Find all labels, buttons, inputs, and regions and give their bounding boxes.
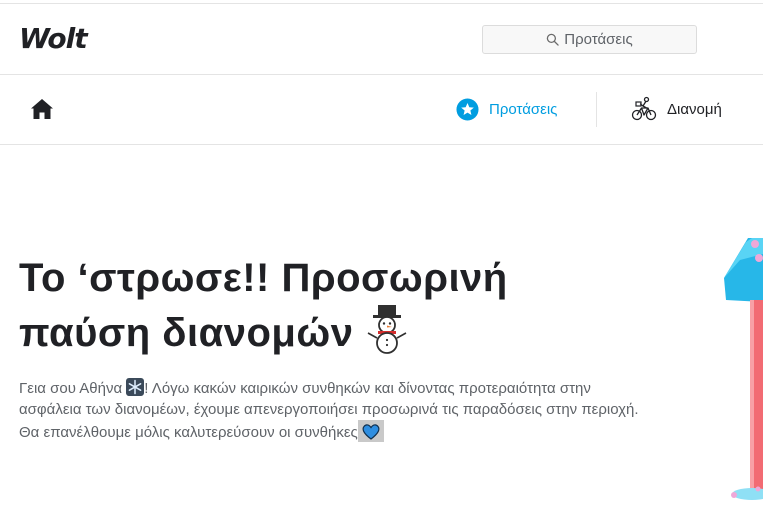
main-nav: Προτάσεις Διανομή (0, 75, 763, 145)
nav-divider (596, 92, 597, 127)
tab-delivery[interactable]: Διανομή (631, 95, 722, 123)
home-button[interactable] (28, 96, 56, 122)
tab-recommendations-label: Προτάσεις (489, 100, 558, 118)
bicycle-courier-icon (631, 96, 657, 121)
message-greeting: Γεια σου Αθήνα (19, 380, 123, 397)
home-icon (31, 99, 53, 119)
blue-heart-icon (357, 420, 384, 442)
snowflake-icon (126, 378, 145, 396)
tab-recommendations[interactable]: Προτάσεις (456, 95, 557, 123)
wolt-logo[interactable]: Wolt (19, 22, 88, 55)
hero-message: Γεια σου Αθήνα ! Λόγω κακών καιρικών συν… (19, 378, 639, 443)
page-title: Το ‘στρωσε!! Προσωρινή παύση διανομών (19, 252, 579, 359)
snowman-icon (367, 305, 407, 354)
title-line-1: Το ‘στρωσε!! Προσωρινή (19, 256, 508, 300)
site-header: Wolt Προτάσεις (0, 4, 763, 75)
tab-delivery-label: Διανομή (667, 100, 722, 118)
search-input[interactable]: Προτάσεις (482, 25, 697, 54)
title-line-2: παύση διανομών (19, 311, 354, 355)
winter-illustration (724, 238, 763, 500)
search-icon (547, 33, 560, 46)
search-label: Προτάσεις (564, 31, 633, 48)
star-icon (456, 97, 479, 121)
